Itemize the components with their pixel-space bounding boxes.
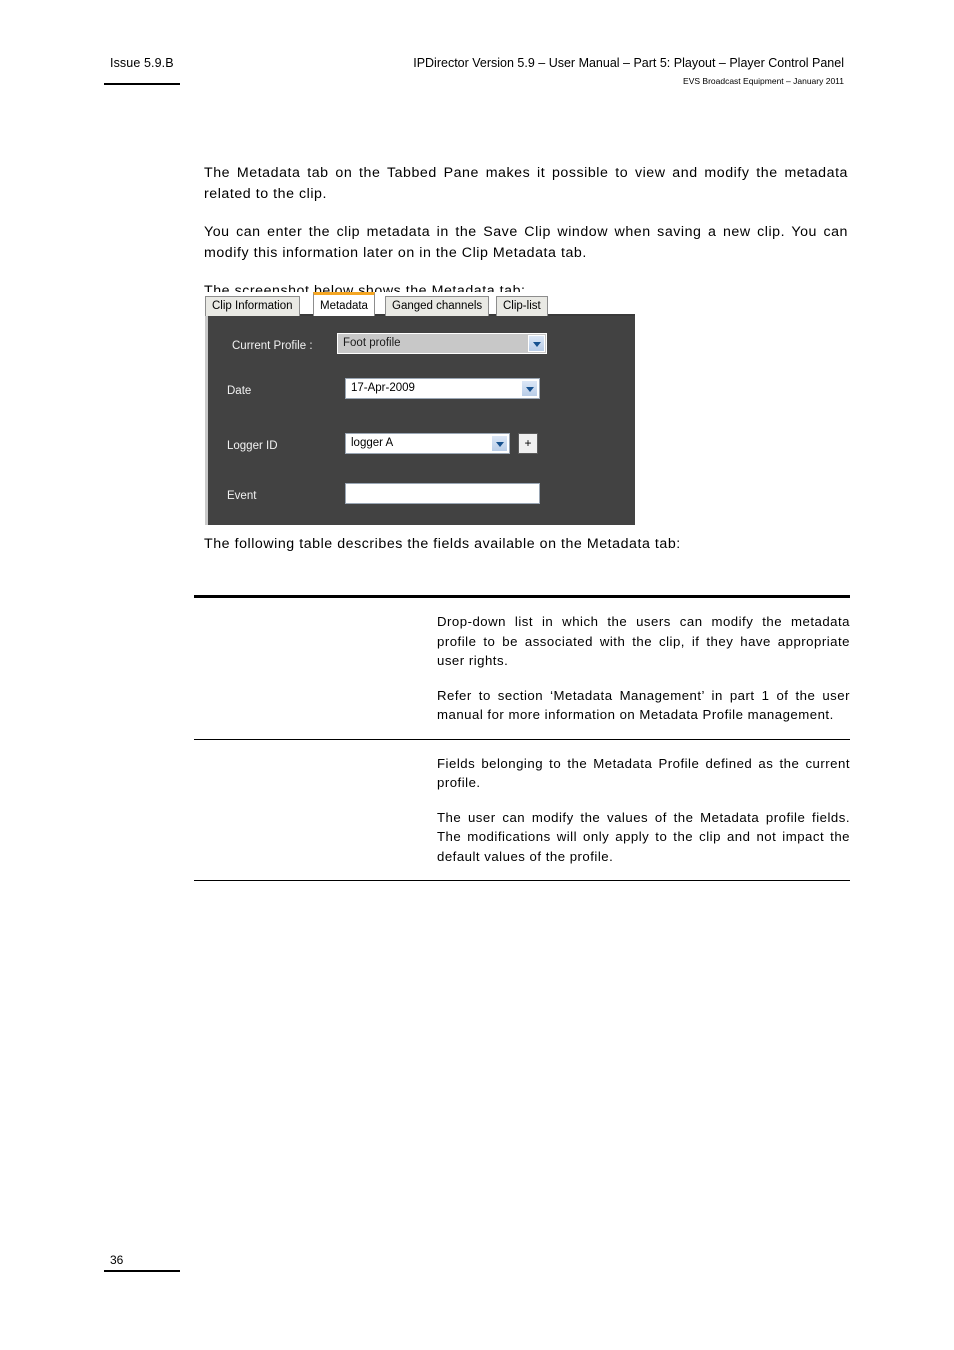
row-2-paragraph-1: Fields belonging to the Metadata Profile… (437, 755, 850, 791)
table-row: Drop-down list in which the users can mo… (194, 598, 850, 739)
event-label: Event (227, 490, 257, 502)
table-cell-description: Fields belonging to the Metadata Profile… (437, 740, 850, 881)
table-cell-description: Drop-down list in which the users can mo… (437, 598, 850, 739)
tab-metadata-label: Metadata (320, 300, 368, 312)
form-row-logger-id: Logger ID logger A + (208, 433, 638, 459)
intro-paragraph-1: The Metadata tab on the Tabbed Pane make… (204, 165, 848, 202)
current-profile-dropdown[interactable]: Foot profile (337, 333, 547, 354)
add-logger-id-button[interactable]: + (518, 433, 538, 454)
tab-clip-information[interactable]: Clip Information (205, 296, 300, 316)
tab-clip-list-label: Clip-list (503, 300, 541, 312)
header-issue-rule (104, 83, 180, 85)
tab-clip-list[interactable]: Clip-list (496, 296, 548, 316)
table-bottom-rule (194, 880, 850, 881)
logger-id-dropdown[interactable]: logger A (345, 433, 510, 454)
date-value: 17-Apr-2009 (351, 382, 415, 394)
table-cell-term (194, 598, 437, 739)
row-1-paragraph-2: Refer to section ‘Metadata Management’ i… (437, 687, 850, 723)
header-subtitle: EVS Broadcast Equipment – January 2011 (683, 76, 844, 86)
table-row: Fields belonging to the Metadata Profile… (194, 740, 850, 881)
metadata-panel: Current Profile : Foot profile Date 17-A… (205, 316, 635, 525)
chevron-down-icon[interactable] (528, 335, 545, 352)
tab-ganged-channels[interactable]: Ganged channels (385, 296, 490, 316)
date-label: Date (227, 385, 252, 397)
intro-paragraph-2: You can enter the clip metadata in the S… (204, 224, 848, 261)
footer-rule (104, 1270, 180, 1272)
form-row-current-profile: Current Profile : Foot profile (208, 333, 638, 359)
form-row-date: Date 17-Apr-2009 (208, 378, 638, 404)
table-intro-paragraph: The following table describes the fields… (204, 536, 681, 552)
tab-ganged-channels-label: Ganged channels (392, 300, 483, 312)
row-1-paragraph-1: Drop-down list in which the users can mo… (437, 614, 850, 668)
chevron-down-icon[interactable] (521, 380, 538, 397)
current-profile-label: Current Profile : (232, 340, 313, 352)
tabbed-pane-tabstrip: Clip Information Metadata Ganged channel… (205, 292, 635, 316)
tab-clip-information-label: Clip Information (212, 300, 293, 312)
table-intro-wrapper: The following table describes the fields… (204, 534, 848, 555)
metadata-tab-screenshot: Clip Information Metadata Ganged channel… (205, 292, 635, 525)
page-footer: 36 (104, 1252, 304, 1272)
tab-metadata[interactable]: Metadata (313, 292, 375, 316)
logger-id-label: Logger ID (227, 440, 278, 452)
current-profile-value: Foot profile (343, 337, 401, 349)
table-cell-term (194, 740, 437, 881)
row-2-paragraph-2: The user can modify the values of the Me… (437, 809, 850, 864)
header-title: IPDirector Version 5.9 – User Manual – P… (413, 56, 844, 70)
body-content: The Metadata tab on the Tabbed Pane make… (204, 163, 848, 302)
field-description-table: Drop-down list in which the users can mo… (194, 595, 850, 881)
header-issue: Issue 5.9.B (110, 56, 174, 70)
chevron-down-icon[interactable] (491, 435, 508, 452)
date-dropdown[interactable]: 17-Apr-2009 (345, 378, 540, 399)
logger-id-value: logger A (351, 437, 394, 449)
page-number: 36 (110, 1253, 124, 1267)
event-input[interactable] (345, 483, 540, 504)
page-header: Issue 5.9.B IPDirector Version 5.9 – Use… (0, 52, 954, 102)
form-row-event: Event (208, 483, 638, 509)
